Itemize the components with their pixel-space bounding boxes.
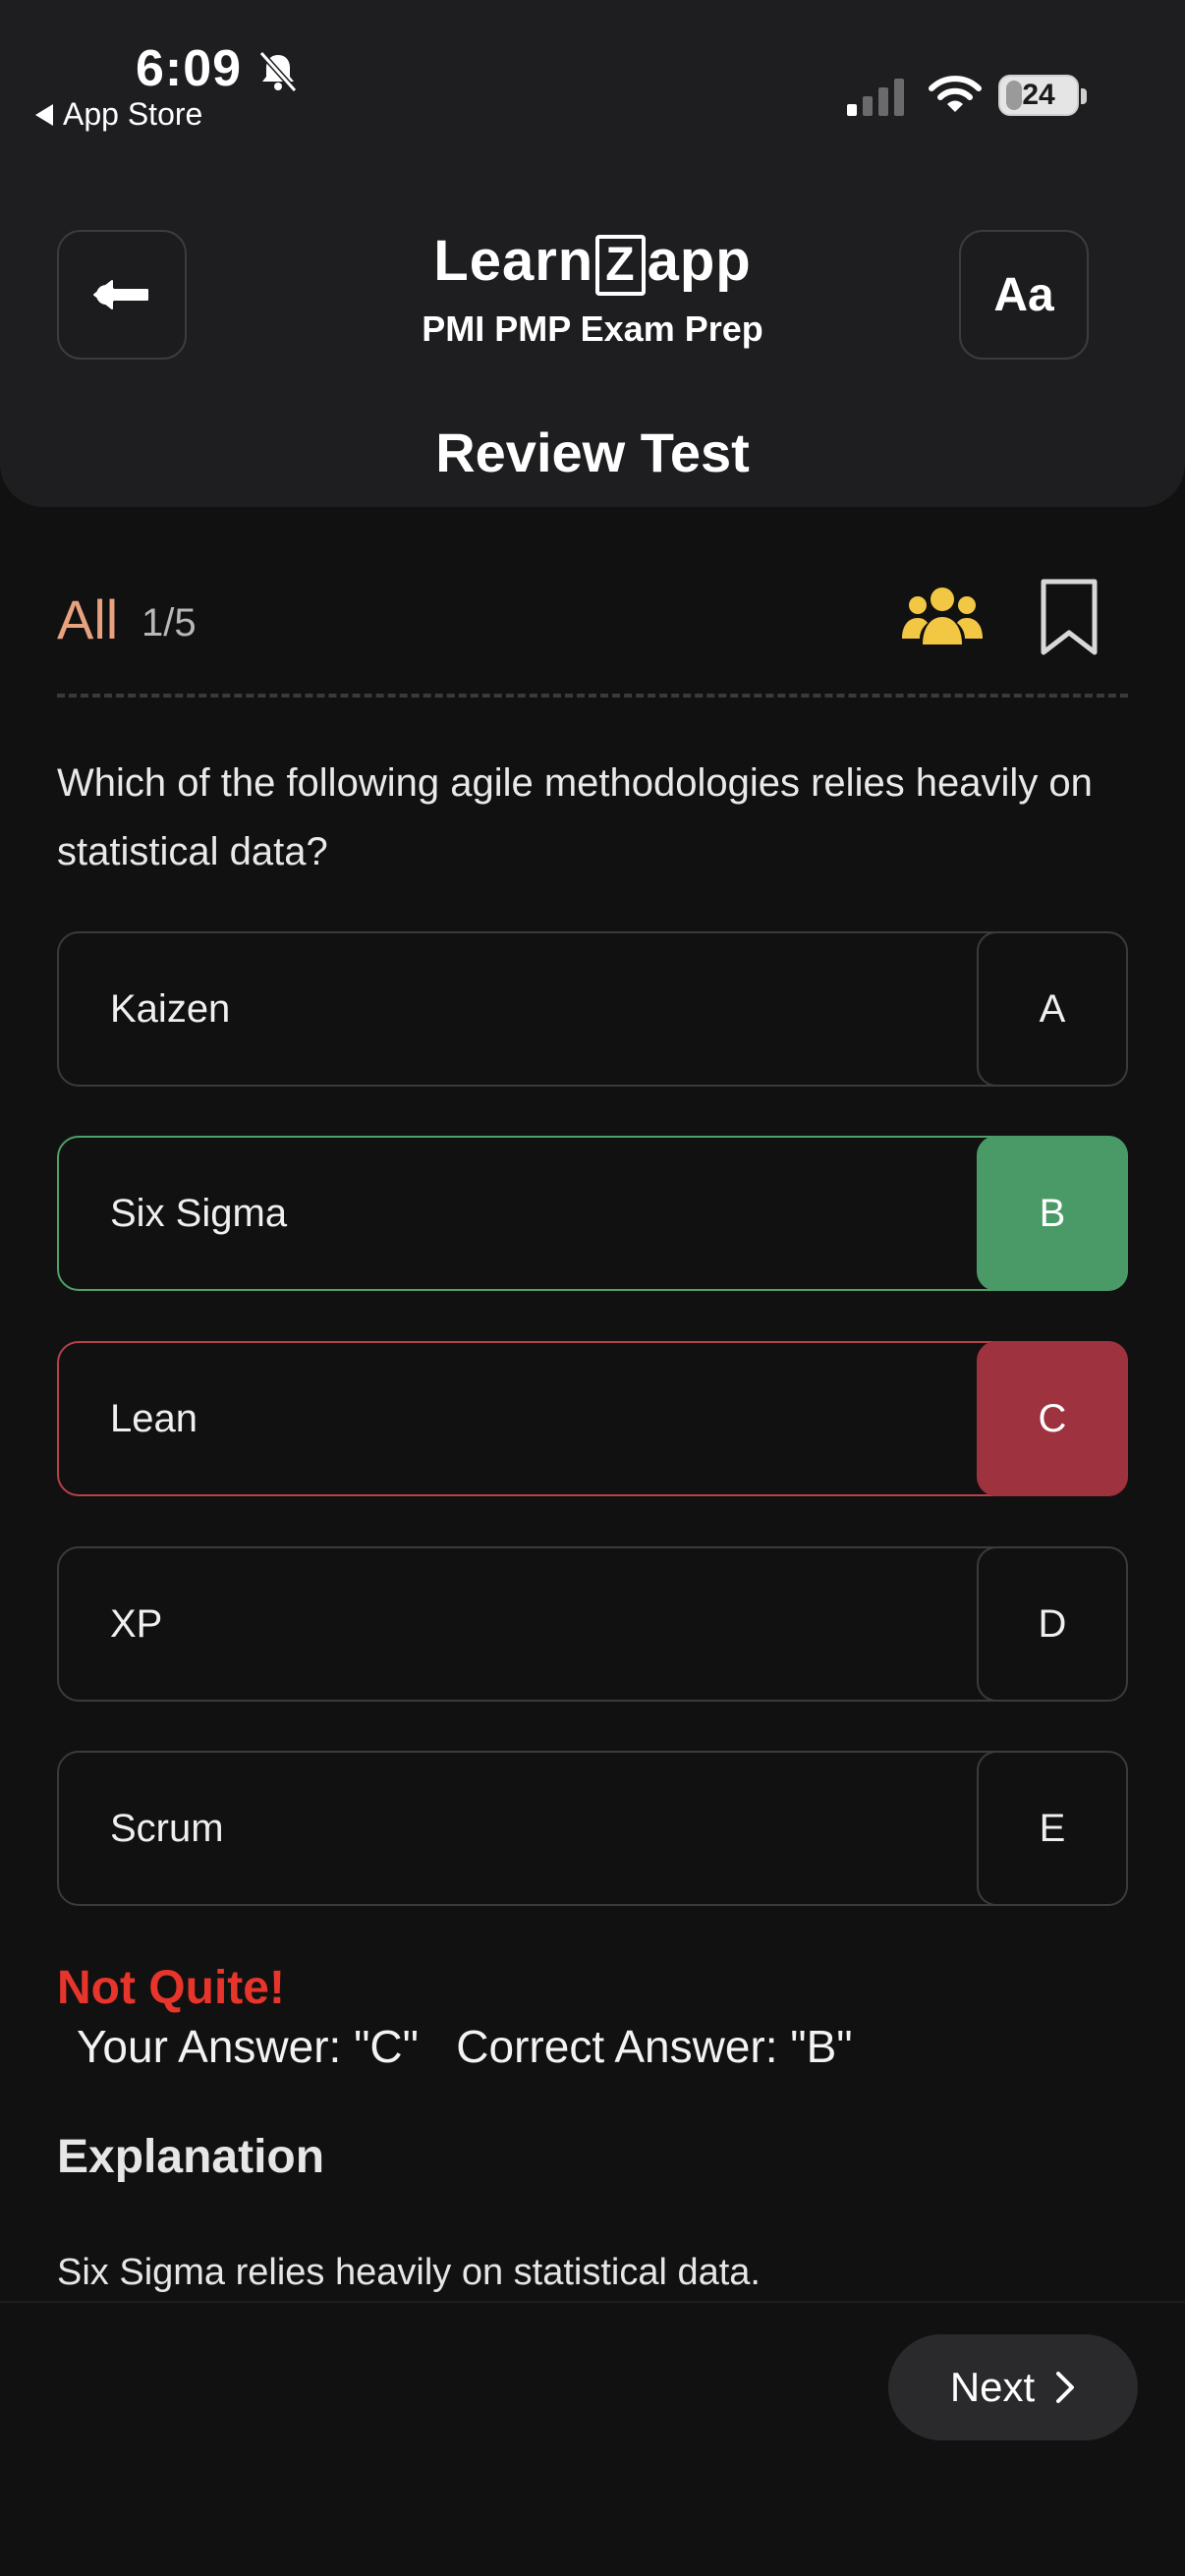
explanation-text: Six Sigma relies heavily on statistical … (57, 2252, 761, 2293)
next-label: Next (949, 2364, 1036, 2410)
option-e[interactable]: Scrum E (57, 1751, 1128, 1906)
chevron-right-icon (1056, 2372, 1075, 2403)
option-a[interactable]: Kaizen A (57, 931, 1128, 1087)
logo-text-end: app (647, 229, 752, 293)
back-app-label: App Store (63, 96, 203, 132)
battery-indicator: 24 (998, 75, 1079, 116)
question-text: Which of the following agile methodologi… (57, 761, 1093, 873)
users-icon[interactable] (902, 584, 983, 646)
option-text: XP (110, 1602, 163, 1646)
option-c-wrong[interactable]: Lean C (57, 1341, 1128, 1496)
option-letter: D (977, 1546, 1128, 1702)
result-title: Not Quite! (57, 1962, 285, 2014)
back-button[interactable] (57, 230, 187, 360)
back-to-app-store[interactable]: App Store (35, 96, 202, 133)
option-letter: C (977, 1341, 1128, 1496)
cell-signal-icon (847, 79, 904, 116)
section-divider (57, 694, 1128, 698)
option-letter: E (977, 1751, 1128, 1906)
option-text: Scrum (110, 1807, 224, 1850)
app-subtitle: PMI PMP Exam Prep (422, 308, 763, 349)
bell-muted-icon (258, 50, 298, 93)
back-arrow-icon (93, 280, 148, 309)
status-time: 6:09 (136, 40, 243, 97)
battery-percent: 24 (1022, 79, 1055, 111)
logo-text-start: Learn (433, 229, 594, 293)
option-letter: A (977, 931, 1128, 1087)
back-triangle-icon (35, 103, 53, 126)
option-text: Lean (110, 1397, 198, 1440)
answer-summary: Your Answer: "C" Correct Answer: "B" (65, 2021, 853, 2072)
question-counter: 1/5 (141, 601, 197, 644)
app-header: 6:09 App Store 24 Learn Z app PMI PMP Ex… (0, 0, 1185, 507)
app-logo: Learn Zapp (295, 228, 890, 296)
option-b-correct[interactable]: Six Sigma B (57, 1136, 1128, 1291)
explanation-title: Explanation (57, 2131, 325, 2183)
logo-box-letter: Z (595, 235, 646, 296)
option-text: Kaizen (110, 987, 231, 1031)
bookmark-icon[interactable] (1038, 578, 1100, 658)
review-test-screen: 6:09 App Store 24 Learn Z app PMI PMP Ex… (0, 0, 1185, 2576)
filter-label[interactable]: All (57, 588, 118, 651)
wifi-icon (929, 76, 982, 112)
font-size-button[interactable]: Aa (959, 230, 1089, 360)
battery-cap (1081, 88, 1087, 104)
option-letter: B (977, 1136, 1128, 1291)
page-title: Review Test (435, 421, 750, 483)
option-text: Six Sigma (110, 1192, 288, 1235)
option-d[interactable]: XP D (57, 1546, 1128, 1702)
next-button[interactable]: Next (888, 2334, 1138, 2440)
font-size-icon: Aa (993, 268, 1054, 321)
